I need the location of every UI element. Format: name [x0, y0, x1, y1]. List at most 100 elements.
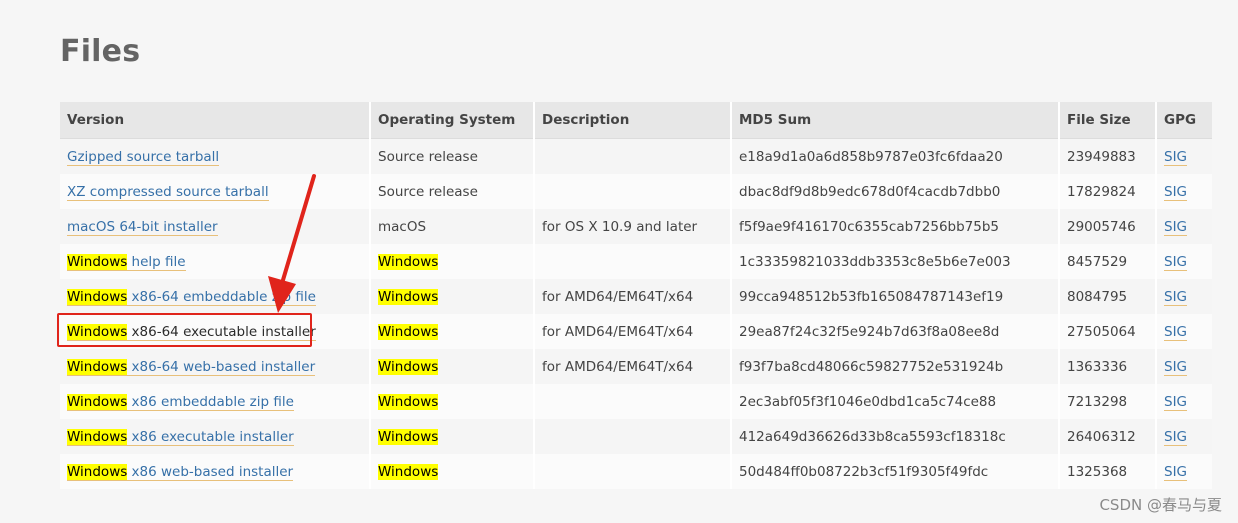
sig-link[interactable]: SIG	[1164, 428, 1188, 446]
os-cell: Windows	[370, 349, 535, 384]
file-download-link[interactable]: Windows x86 executable installer	[67, 428, 294, 446]
file-download-link[interactable]: Windows x86-64 embeddable zip file	[67, 288, 316, 306]
os-cell: Windows	[370, 279, 535, 314]
sig-link[interactable]: SIG	[1164, 218, 1188, 236]
file-size-cell: 27505064	[1059, 314, 1157, 349]
version-cell: Windows x86-64 embeddable zip file	[60, 279, 371, 314]
table-row: Windows x86-64 executable installer Windo…	[60, 314, 1212, 349]
file-size-cell: 1325368	[1059, 454, 1157, 489]
file-size-cell: 1363336	[1059, 349, 1157, 384]
md5-cell: 99cca948512b53fb165084787143ef19	[731, 279, 1060, 314]
os-cell: Source release	[370, 138, 535, 174]
version-cell: Windows x86 executable installer	[60, 419, 371, 454]
gpg-cell: SIG	[1156, 244, 1212, 279]
description-cell	[534, 419, 732, 454]
table-row: Windows help file Windows 1c33359821033ddb…	[60, 244, 1212, 279]
file-download-link[interactable]: XZ compressed source tarball	[67, 183, 269, 201]
sig-link[interactable]: SIG	[1164, 323, 1188, 341]
file-link-label: x86-64 executable installer	[127, 323, 316, 340]
file-size-cell: 8084795	[1059, 279, 1157, 314]
column-header-description: Description	[534, 102, 732, 139]
description-cell	[534, 384, 732, 419]
file-download-link[interactable]: Gzipped source tarball	[67, 148, 220, 166]
table-row: Windows x86-64 web-based installer Window…	[60, 349, 1212, 384]
description-cell	[534, 244, 732, 279]
md5-cell: 412a649d36626d33b8ca5593cf18318c	[731, 419, 1060, 454]
file-download-link[interactable]: Windows x86-64 web-based installer	[67, 358, 316, 376]
file-download-link[interactable]: Windows help file	[67, 253, 186, 271]
version-cell: Windows x86-64 web-based installer	[60, 349, 371, 384]
search-highlight: Windows	[67, 288, 128, 305]
column-header-gpg: GPG	[1156, 102, 1212, 139]
sig-link[interactable]: SIG	[1164, 183, 1188, 201]
search-highlight: Windows	[67, 358, 128, 375]
os-cell: Source release	[370, 174, 535, 209]
file-download-link[interactable]: macOS 64-bit installer	[67, 218, 218, 236]
version-cell: Windows help file	[60, 244, 371, 279]
os-cell: Windows	[370, 314, 535, 349]
description-cell: for AMD64/EM64T/x64	[534, 349, 732, 384]
table-row: Windows x86-64 embeddable zip file Window…	[60, 279, 1212, 314]
page-title: Files	[60, 34, 141, 69]
md5-cell: f93f7ba8cd48066c59827752e531924b	[731, 349, 1060, 384]
description-cell: for AMD64/EM64T/x64	[534, 314, 732, 349]
version-cell: XZ compressed source tarball	[60, 174, 371, 209]
search-highlight: Windows	[67, 253, 128, 270]
os-label: Windows	[378, 393, 439, 410]
os-label: Windows	[378, 463, 439, 480]
gpg-cell: SIG	[1156, 138, 1212, 174]
gpg-cell: SIG	[1156, 454, 1212, 489]
file-link-label: x86 web-based installer	[127, 463, 294, 480]
md5-cell: 29ea87f24c32f5e924b7d63f8a08ee8d	[731, 314, 1060, 349]
os-label: Source release	[378, 183, 478, 200]
column-header-md5-sum: MD5 Sum	[731, 102, 1060, 139]
file-size-cell: 23949883	[1059, 138, 1157, 174]
os-label: Source release	[378, 148, 478, 165]
column-header-operating-system: Operating System	[370, 102, 535, 139]
md5-cell: 50d484ff0b08722b3cf51f9305f49fdc	[731, 454, 1060, 489]
search-highlight: Windows	[67, 428, 128, 445]
file-link-label: macOS 64-bit installer	[67, 218, 218, 235]
os-label: Windows	[378, 323, 439, 340]
table-row: Gzipped source tarball Source release e18a…	[60, 138, 1212, 174]
sig-link[interactable]: SIG	[1164, 358, 1188, 376]
os-cell: macOS	[370, 209, 535, 244]
md5-cell: 1c33359821033ddb3353c8e5b6e7e003	[731, 244, 1060, 279]
file-size-cell: 17829824	[1059, 174, 1157, 209]
description-cell	[534, 138, 732, 174]
sig-link[interactable]: SIG	[1164, 253, 1188, 271]
version-cell: Windows x86 web-based installer	[60, 454, 371, 489]
description-cell	[534, 174, 732, 209]
file-download-link[interactable]: Windows x86-64 executable installer	[67, 323, 316, 341]
gpg-cell: SIG	[1156, 209, 1212, 244]
file-size-cell: 26406312	[1059, 419, 1157, 454]
os-cell: Windows	[370, 244, 535, 279]
table-header-row: Version Operating System Description MD5…	[60, 102, 1212, 139]
file-download-link[interactable]: Windows x86 web-based installer	[67, 463, 294, 481]
os-label: Windows	[378, 358, 439, 375]
os-label: Windows	[378, 288, 439, 305]
os-label: macOS	[378, 218, 427, 235]
sig-link[interactable]: SIG	[1164, 463, 1188, 481]
column-header-version: Version	[60, 102, 371, 139]
file-download-link[interactable]: Windows x86 embeddable zip file	[67, 393, 294, 411]
file-link-label: XZ compressed source tarball	[67, 183, 269, 200]
sig-link[interactable]: SIG	[1164, 393, 1188, 411]
column-header-file-size: File Size	[1059, 102, 1157, 139]
version-cell: Windows x86 embeddable zip file	[60, 384, 371, 419]
file-link-label: Gzipped source tarball	[67, 148, 220, 165]
gpg-cell: SIG	[1156, 384, 1212, 419]
search-highlight: Windows	[67, 323, 128, 340]
file-link-label: x86 executable installer	[127, 428, 294, 445]
sig-link[interactable]: SIG	[1164, 288, 1188, 306]
file-link-label: help file	[127, 253, 186, 270]
table-row: Windows x86 embeddable zip file Windows 2e…	[60, 384, 1212, 419]
sig-link[interactable]: SIG	[1164, 148, 1188, 166]
version-cell: macOS 64-bit installer	[60, 209, 371, 244]
gpg-cell: SIG	[1156, 419, 1212, 454]
table-row: Windows x86 executable installer Windows 4…	[60, 419, 1212, 454]
md5-cell: 2ec3abf05f3f1046e0dbd1ca5c74ce88	[731, 384, 1060, 419]
search-highlight: Windows	[67, 393, 128, 410]
md5-cell: e18a9d1a0a6d858b9787e03fc6fdaa20	[731, 138, 1060, 174]
table-row: XZ compressed source tarball Source relea…	[60, 174, 1212, 209]
